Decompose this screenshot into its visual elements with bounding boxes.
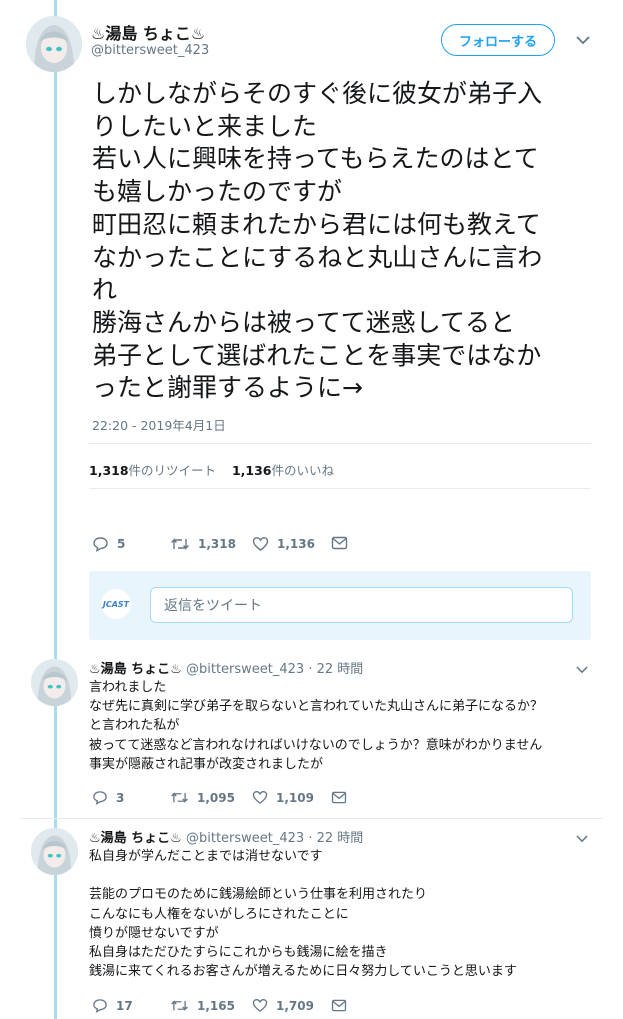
like-stat[interactable]: 1,136件のいいね <box>232 463 334 478</box>
heart-icon <box>252 998 268 1013</box>
reply-action[interactable]: 3 <box>92 790 124 805</box>
tweet-text: 言われましたなぜ先に真剣に学び弟子を取らないと言われていた丸山さんに弟子になるか… <box>89 678 543 774</box>
reply-composer: JCAST 返信をツイート <box>89 571 591 640</box>
like-count: 1,109 <box>276 790 314 805</box>
text-line: ったと謝罪するように→ <box>92 373 363 403</box>
text-line: 私自身はただひたすらにこれからも銭湯に絵を描き <box>89 945 388 960</box>
avatar[interactable] <box>31 659 78 706</box>
text-line: 町田忍に頼まれたから君には何も教えて <box>92 209 541 239</box>
divider <box>20 818 603 819</box>
reply-icon <box>92 790 108 805</box>
reply-count: 17 <box>116 998 133 1013</box>
like-count: 1,709 <box>276 998 314 1013</box>
avatar[interactable] <box>26 16 82 72</box>
text-line <box>89 866 517 885</box>
text-line: 事実が隠蔽され記事が改変されましたが <box>89 756 324 772</box>
reply-action[interactable]: 5 <box>92 536 125 552</box>
envelope-icon <box>331 999 347 1012</box>
reply-count: 5 <box>117 537 126 551</box>
reply-header: ♨湯島 ちょこ♨ @bittersweet_423 · 22 時間 <box>89 827 363 846</box>
retweet-action[interactable]: 1,095 <box>170 790 235 805</box>
retweet-action[interactable]: 1,318 <box>170 536 236 552</box>
like-count: 1,136 <box>277 537 315 551</box>
user-handle[interactable]: @bittersweet_423 <box>186 662 304 677</box>
reply-icon <box>92 998 108 1013</box>
retweet-icon <box>170 536 190 552</box>
retweet-count: 1,165 <box>197 998 235 1013</box>
display-name[interactable]: ♨湯島 ちょこ♨ <box>89 831 182 846</box>
tweet-timestamp[interactable]: 22:20 - 2019年4月1日 <box>92 415 226 434</box>
reply-time[interactable]: · 22 時間 <box>308 662 363 677</box>
tweet-text: しかしながらそのすぐ後に彼女が弟子入 りしたいと来ました 若い人に興味を持ってもらえ… <box>92 78 542 405</box>
heart-icon <box>252 536 269 552</box>
follow-button[interactable]: フォローする <box>441 24 555 56</box>
text-line: なかったことにするねと丸山さんに言わ <box>92 242 543 272</box>
direct-message-action[interactable] <box>331 536 348 550</box>
reply-time[interactable]: · 22 時間 <box>308 831 363 846</box>
display-name[interactable]: ♨湯島 ちょこ♨ <box>89 662 182 677</box>
user-handle[interactable]: @bittersweet_423 <box>91 43 209 58</box>
text-line: 言われました <box>89 680 167 695</box>
envelope-icon <box>331 536 348 550</box>
retweet-icon <box>170 790 189 805</box>
text-line: 若い人に興味を持ってもらえたのはとて <box>92 144 539 174</box>
text-line: こんなにも人権をないがしろにされたことに <box>89 906 349 922</box>
envelope-icon <box>331 791 347 804</box>
user-handle[interactable]: @bittersweet_423 <box>186 831 304 846</box>
like-action[interactable]: 1,709 <box>252 998 314 1013</box>
text-line: なぜ先に真剣に学び弟子を取らないと言われていた丸山さんに弟子になるか？ <box>89 699 543 715</box>
like-action[interactable]: 1,136 <box>252 536 315 552</box>
direct-message-action[interactable] <box>331 791 347 804</box>
text-line: しかしながらそのすぐ後に彼女が弟子入 <box>92 79 543 108</box>
retweet-icon <box>170 998 189 1013</box>
reply-header: ♨湯島 ちょこ♨ @bittersweet_423 · 22 時間 <box>89 658 363 677</box>
chevron-down-icon[interactable] <box>576 33 590 49</box>
reply-icon <box>92 536 109 552</box>
retweet-count: 1,318 <box>198 537 236 551</box>
chevron-down-icon[interactable] <box>576 662 588 678</box>
reply-input[interactable]: 返信をツイート <box>150 587 573 623</box>
text-line: れ <box>92 275 118 305</box>
text-line: 勝海さんからは被ってて迷惑してると <box>92 307 516 337</box>
text-line: 銭湯に来てくれるお客さんが増えるために日々努力していこうと思います <box>89 964 517 980</box>
avatar[interactable] <box>31 828 78 875</box>
text-line: と言われた私が <box>89 718 180 734</box>
text-line: 弟子として選ばれたことを事実ではなか <box>92 340 542 370</box>
retweet-count: 1,095 <box>197 790 235 805</box>
display-name[interactable]: ♨湯島 ちょこ♨ <box>91 20 205 44</box>
current-user-avatar[interactable]: JCAST <box>101 589 131 619</box>
text-line: 芸能のプロモのために銭湯絵師という仕事を利用されたり <box>89 887 428 903</box>
tweet-text: 私自身が学んだことまでは消せないです芸能のプロモのために銭湯絵師という仕事を利用… <box>89 847 517 981</box>
direct-message-action[interactable] <box>331 999 347 1012</box>
text-line: も嬉しかったのですが <box>92 177 343 207</box>
chevron-down-icon[interactable] <box>576 831 588 847</box>
divider <box>89 488 591 489</box>
text-line: りしたいと来ました <box>92 111 318 141</box>
heart-icon <box>252 790 268 805</box>
text-line: 被ってて迷惑など言われなければいけないのでしょうか？意味がわかりません <box>89 737 543 753</box>
reply-count: 3 <box>116 790 125 805</box>
like-action[interactable]: 1,109 <box>252 790 314 805</box>
text-line: 私自身が学んだことまでは消せないです <box>89 849 323 864</box>
tweet-stats: 1,318件のリツイート 1,136件のいいね <box>89 460 334 479</box>
text-line: 憤りが隠せないですが <box>89 925 219 941</box>
retweet-stat[interactable]: 1,318件のリツイート <box>89 463 216 478</box>
divider <box>89 443 591 444</box>
retweet-action[interactable]: 1,165 <box>170 998 235 1013</box>
reply-action[interactable]: 17 <box>92 998 133 1013</box>
